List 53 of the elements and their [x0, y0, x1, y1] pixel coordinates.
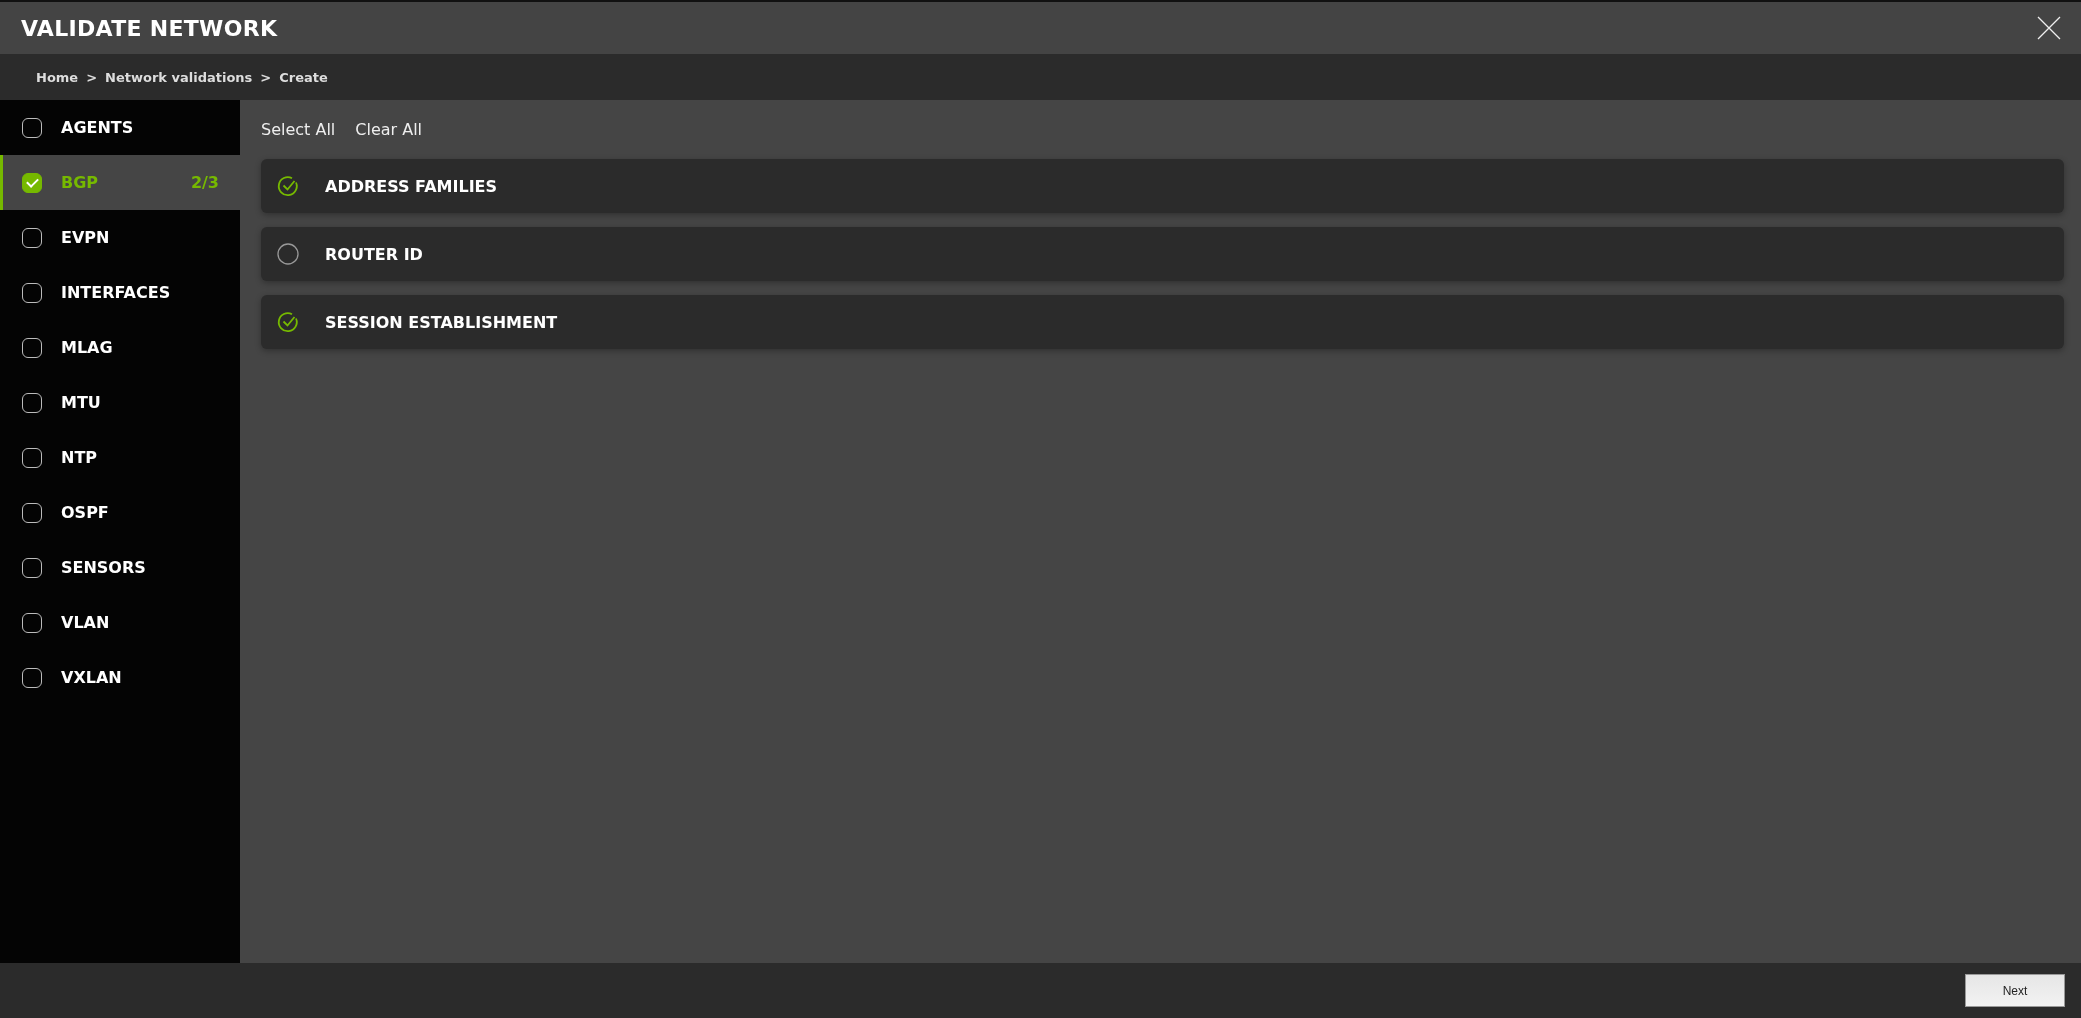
- action-link[interactable]: Clear All: [355, 120, 423, 139]
- test-label: SESSION ESTABLISHMENT: [325, 312, 558, 332]
- sidebar-item-label: EVPN: [61, 228, 111, 247]
- checkbox[interactable]: [22, 612, 42, 633]
- checkbox[interactable]: [22, 667, 42, 688]
- sidebar-item[interactable]: VLAN: [0, 595, 240, 650]
- sidebar-item-label: AGENTS: [61, 118, 135, 137]
- action-link[interactable]: Select All: [261, 120, 336, 139]
- checkbox[interactable]: [22, 502, 42, 523]
- sidebar-item-label: BGP: [61, 173, 100, 192]
- sidebar-item-label: VLAN: [61, 613, 111, 632]
- checkbox[interactable]: [22, 337, 42, 358]
- check-circle-icon[interactable]: [277, 175, 299, 197]
- test-card[interactable]: SESSION ESTABLISHMENT: [261, 295, 2064, 349]
- sidebar-item-label: MTU: [61, 393, 102, 412]
- sidebar-item[interactable]: MLAG: [0, 320, 240, 375]
- checkbox[interactable]: [22, 227, 42, 248]
- breadcrumb-link[interactable]: Network validations: [105, 69, 253, 85]
- next-button[interactable]: Next: [1965, 974, 2065, 1007]
- breadcrumb-separator: >: [86, 69, 98, 85]
- sidebar-item-label: OSPF: [61, 503, 110, 522]
- sidebar-item-label: NTP: [61, 448, 99, 467]
- test-card[interactable]: ADDRESS FAMILIES: [261, 159, 2064, 213]
- checkbox[interactable]: [22, 172, 42, 193]
- sidebar-item[interactable]: BGP 2/3: [0, 155, 240, 210]
- breadcrumb-link[interactable]: Home: [36, 69, 79, 85]
- sidebar-item-label: SENSORS: [61, 558, 147, 577]
- sidebar-item[interactable]: MTU: [0, 375, 240, 430]
- check-circle-icon[interactable]: [277, 311, 299, 333]
- window-title: VALIDATE NETWORK: [21, 15, 278, 41]
- checkbox[interactable]: [22, 447, 42, 468]
- close-icon[interactable]: [2037, 16, 2061, 40]
- radio-circle-icon[interactable]: [277, 243, 299, 265]
- checkbox[interactable]: [22, 282, 42, 303]
- breadcrumb-link[interactable]: Create: [279, 69, 328, 85]
- checkbox[interactable]: [22, 117, 42, 138]
- sidebar-item-label: MLAG: [61, 338, 114, 357]
- test-label: ADDRESS FAMILIES: [325, 176, 498, 196]
- test-label: ROUTER ID: [325, 244, 423, 264]
- sidebar-item[interactable]: EVPN: [0, 210, 240, 265]
- sidebar-item[interactable]: AGENTS: [0, 100, 240, 155]
- sidebar-item[interactable]: SENSORS: [0, 540, 240, 595]
- sidebar-item[interactable]: VXLAN: [0, 650, 240, 705]
- test-card[interactable]: ROUTER ID: [261, 227, 2064, 281]
- checkbox[interactable]: [22, 557, 42, 578]
- sidebar-item-label: INTERFACES: [61, 283, 172, 302]
- sidebar-item-label: VXLAN: [61, 668, 123, 687]
- sidebar-item[interactable]: INTERFACES: [0, 265, 240, 320]
- breadcrumb-separator: >: [260, 69, 272, 85]
- count-label: 2/3: [190, 173, 219, 192]
- checkbox[interactable]: [22, 392, 42, 413]
- sidebar-item[interactable]: OSPF: [0, 485, 240, 540]
- sidebar-item[interactable]: NTP: [0, 430, 240, 485]
